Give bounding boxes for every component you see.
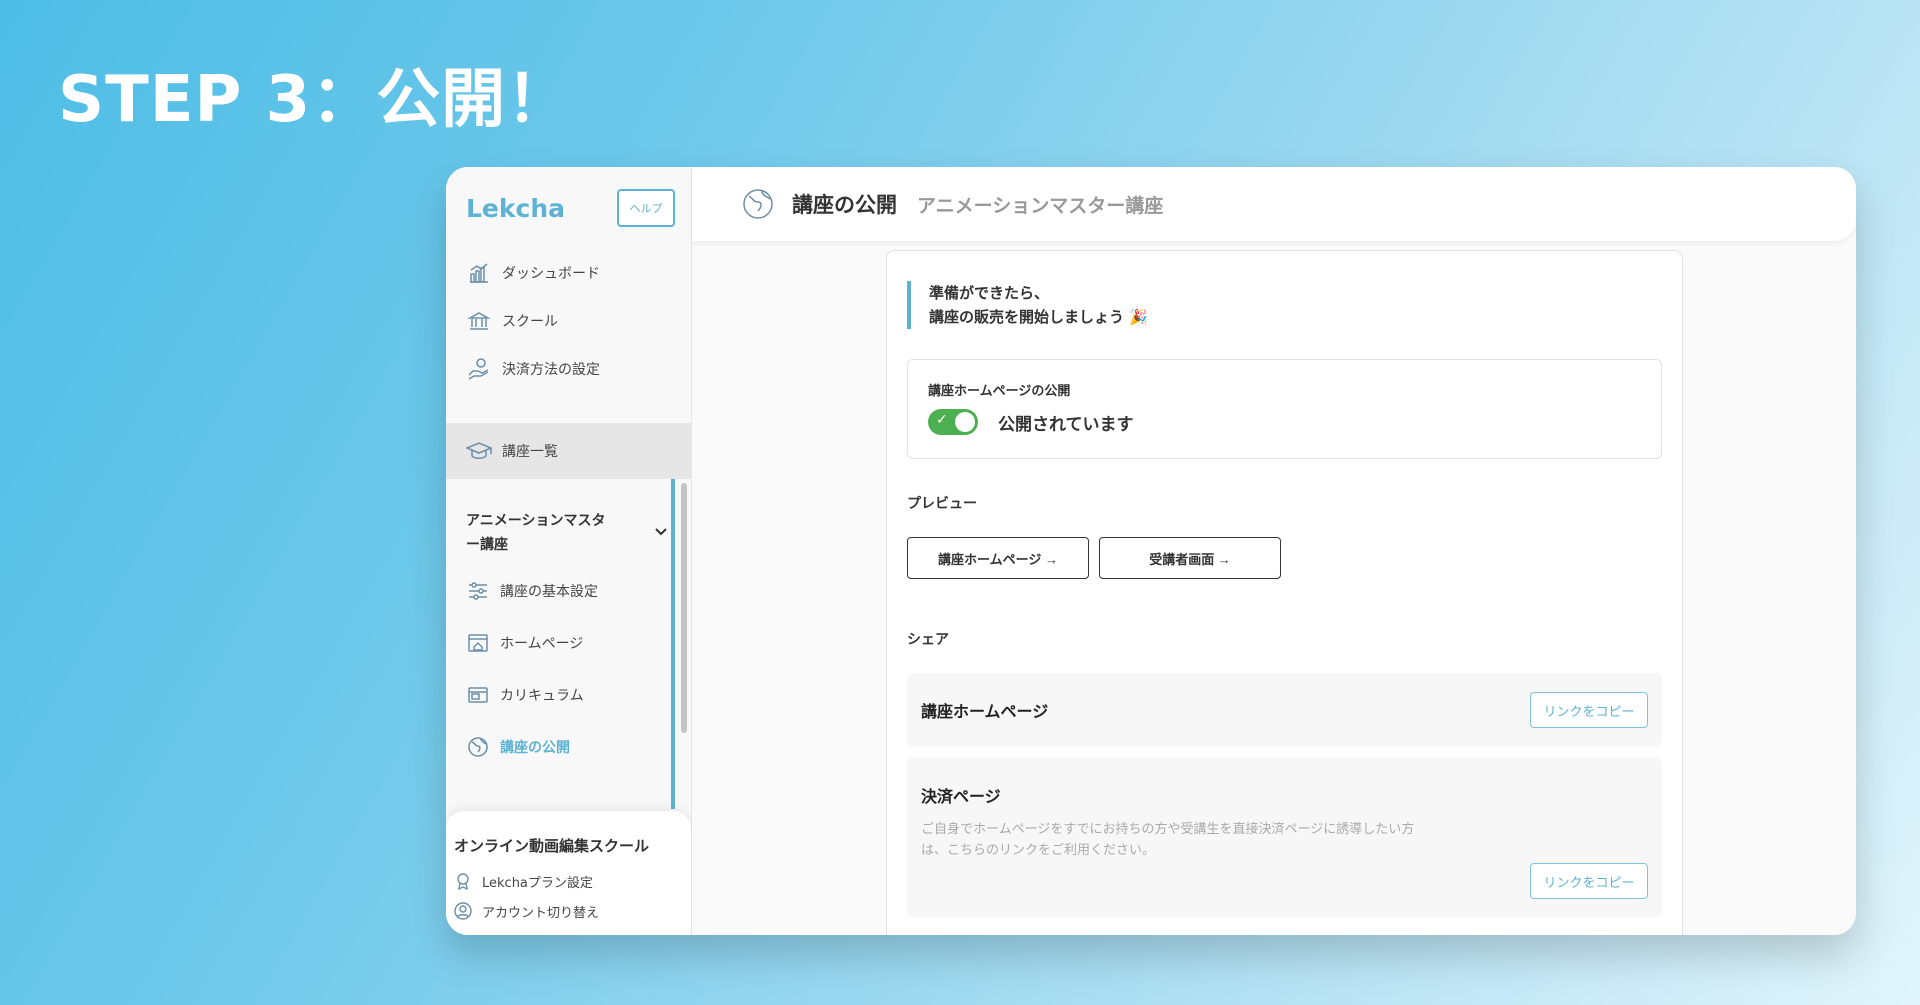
- share-payment-description: ご自身でホームページをすでにお持ちの方や受講生を直接決済ページに誘導したい方は、…: [921, 822, 1415, 858]
- course-header[interactable]: アニメーションマスター講座: [446, 487, 691, 565]
- globe-icon: [466, 735, 490, 759]
- publish-toggle[interactable]: ✓: [928, 409, 978, 435]
- user-circle-icon: [454, 902, 472, 920]
- publish-label: 講座ホームページの公開: [928, 384, 1071, 399]
- course-menu-curriculum[interactable]: カリキュラム: [446, 669, 691, 721]
- intro-line-2: 講座の販売を開始しましょう 🎉: [929, 308, 1148, 326]
- preview-student-view-button[interactable]: 受講者画面 →: [1099, 537, 1281, 579]
- bank-icon: [466, 308, 492, 334]
- course-active-bar: [671, 479, 675, 809]
- sidebar-item-label: スクール: [502, 314, 558, 330]
- chart-icon: [466, 260, 492, 286]
- intro-message: 準備ができたら、 講座の販売を開始しましょう 🎉: [907, 281, 1662, 329]
- share-label: シェア: [907, 632, 949, 648]
- check-icon: ✓: [936, 412, 948, 428]
- intro-line-1: 準備ができたら、: [929, 284, 1050, 302]
- help-button[interactable]: ヘルプ: [617, 189, 675, 227]
- course-menu-label: ホームページ: [500, 636, 584, 652]
- course-menu-basic-settings[interactable]: 講座の基本設定: [446, 565, 691, 617]
- share-homepage-title: 講座ホームページ: [921, 702, 1049, 721]
- sidebar-item-label: ダッシュボード: [502, 266, 600, 282]
- account-switch-label: アカウント切り替え: [482, 905, 600, 921]
- logo-row: Lekcha ヘルプ: [446, 167, 691, 249]
- sidebar-item-label: 講座一覧: [502, 444, 558, 460]
- publish-box: 講座ホームページの公開 ✓ 公開されています: [907, 359, 1662, 459]
- preview-buttons: 講座ホームページ → 受講者画面 →: [907, 537, 1662, 579]
- copy-homepage-link-button[interactable]: リンクをコピー: [1530, 692, 1648, 728]
- share-payment-title: 決済ページ: [921, 787, 1001, 806]
- sidebar: Lekcha ヘルプ ダッシュボード スクール 決済方法の設定 講座一覧 アニメ…: [446, 167, 692, 935]
- preview-homepage-button[interactable]: 講座ホームページ →: [907, 537, 1089, 579]
- page-header: 講座の公開 アニメーションマスター講座: [692, 167, 1856, 241]
- course-menu-publish[interactable]: 講座の公開: [446, 721, 691, 773]
- sidebar-item-course-list[interactable]: 講座一覧: [446, 423, 691, 479]
- sidebar-scrollbar[interactable]: [681, 483, 687, 733]
- step-title: STEP 3：公開！: [58, 63, 572, 137]
- graduation-cap-icon: [466, 438, 492, 464]
- preview-label: プレビュー: [907, 496, 977, 512]
- publish-card: 準備ができたら、 講座の販売を開始しましょう 🎉 講座ホームページの公開 ✓ 公…: [886, 250, 1683, 935]
- course-menu-label: カリキュラム: [500, 688, 584, 704]
- copy-payment-link-button[interactable]: リンクをコピー: [1530, 863, 1648, 899]
- sidebar-item-payment[interactable]: 決済方法の設定: [446, 345, 691, 393]
- course-name: アニメーションマスター講座: [466, 513, 606, 553]
- main-content: 講座の公開 アニメーションマスター講座 準備ができたら、 講座の販売を開始しまし…: [692, 167, 1856, 935]
- share-payment-page: 決済ページ ご自身でホームページをすでにお持ちの方や受講生を直接決済ページに誘導…: [907, 757, 1662, 917]
- publish-toggle-row: ✓ 公開されています: [928, 409, 1641, 435]
- payment-hand-icon: [466, 356, 492, 382]
- sidebar-item-school[interactable]: スクール: [446, 297, 691, 345]
- share-homepage: 講座ホームページ リンクをコピー: [907, 673, 1662, 747]
- toggle-knob: [955, 412, 975, 432]
- sidebar-item-label: 決済方法の設定: [502, 362, 600, 378]
- course-menu: アニメーションマスター講座 講座の基本設定 ホームページ カリキュラム 講座の公…: [446, 479, 691, 809]
- home-page-icon: [466, 631, 490, 655]
- sidebar-footer: オンライン動画編集スクール Lekchaプラン設定 アカウント切り替え: [446, 811, 691, 935]
- publish-status: 公開されています: [998, 414, 1134, 435]
- plan-settings-link[interactable]: Lekchaプラン設定: [454, 866, 691, 896]
- badge-icon: [454, 872, 472, 890]
- sidebar-item-dashboard[interactable]: ダッシュボード: [446, 249, 691, 297]
- curriculum-icon: [466, 683, 490, 707]
- logo[interactable]: Lekcha: [466, 194, 565, 223]
- course-menu-homepage[interactable]: ホームページ: [446, 617, 691, 669]
- breadcrumb-course: アニメーションマスター講座: [917, 194, 1164, 217]
- globe-icon: [742, 188, 774, 220]
- course-menu-label: 講座の基本設定: [500, 584, 598, 600]
- account-switch-link[interactable]: アカウント切り替え: [454, 896, 691, 926]
- school-name[interactable]: オンライン動画編集スクール: [454, 835, 691, 856]
- sliders-icon: [466, 579, 490, 603]
- page-title: 講座の公開: [792, 193, 897, 217]
- course-menu-label: 講座の公開: [500, 740, 570, 756]
- app-window: Lekcha ヘルプ ダッシュボード スクール 決済方法の設定 講座一覧 アニメ…: [446, 167, 1856, 935]
- plan-settings-label: Lekchaプラン設定: [482, 875, 593, 891]
- chevron-down-icon[interactable]: [653, 523, 669, 543]
